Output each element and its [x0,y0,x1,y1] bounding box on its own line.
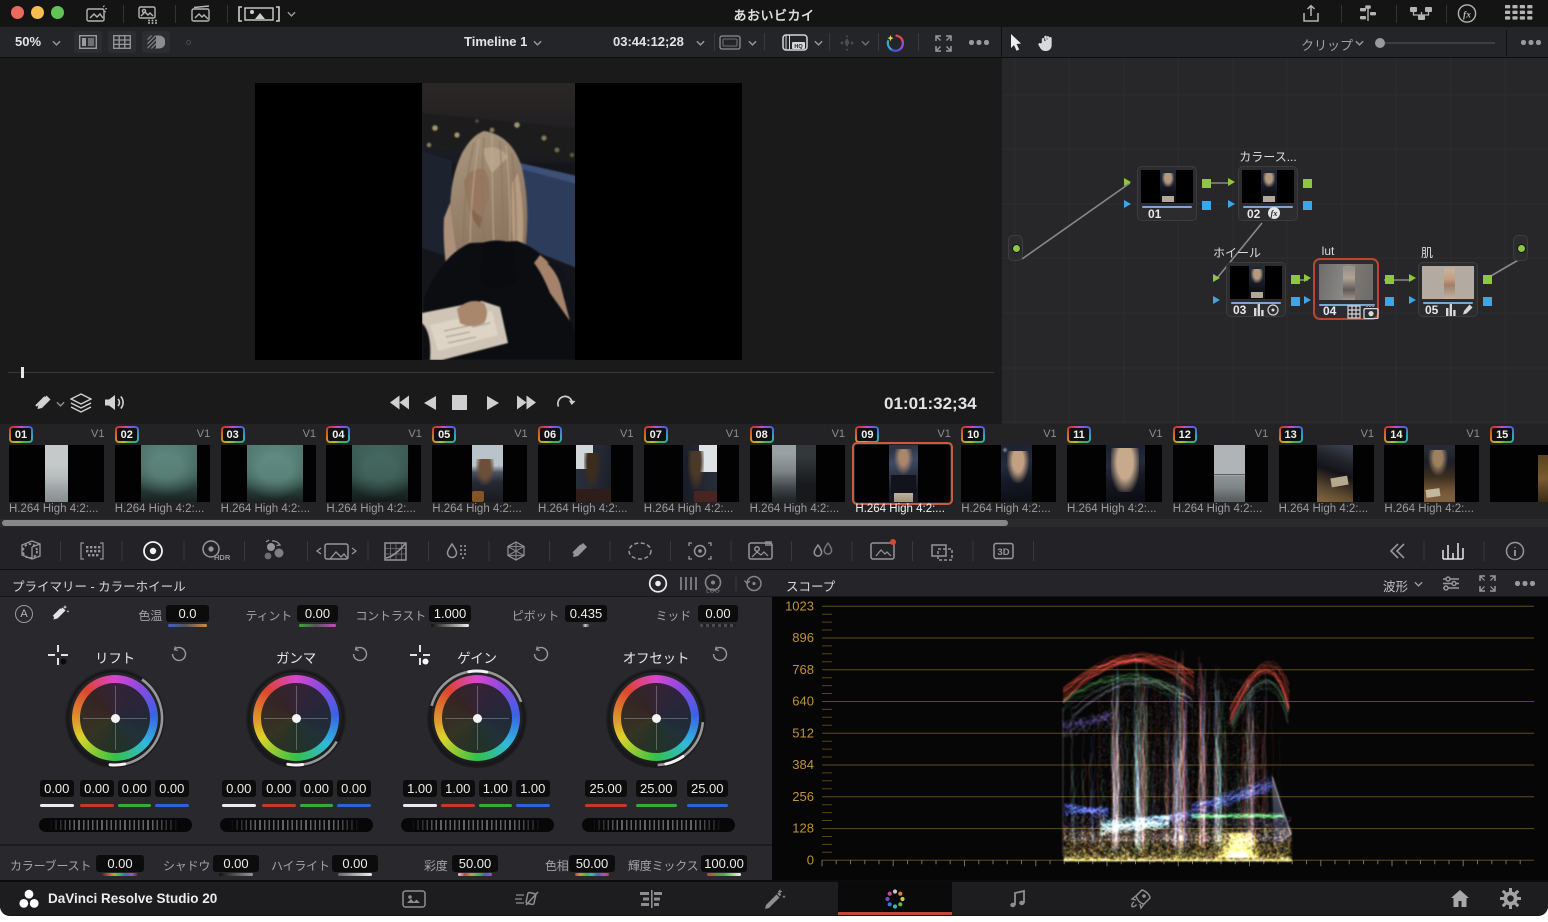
svg-text:128: 128 [792,821,814,836]
svg-text:1023: 1023 [785,598,814,613]
svg-text:3D: 3D [997,547,1009,558]
svg-text:256: 256 [792,789,814,804]
svg-text:512: 512 [792,725,814,740]
svg-text:384: 384 [792,757,814,772]
svg-text:0: 0 [807,852,814,867]
svg-text:fx: fx [1463,11,1471,21]
svg-text:LOG: LOG [706,588,720,595]
svg-text:fx: fx [1271,209,1278,218]
svg-text:640: 640 [792,694,814,709]
svg-text:768: 768 [792,662,814,677]
svg-text:896: 896 [792,630,814,645]
svg-text:HQ: HQ [794,44,803,50]
svg-text:HDR: HDR [214,553,231,562]
